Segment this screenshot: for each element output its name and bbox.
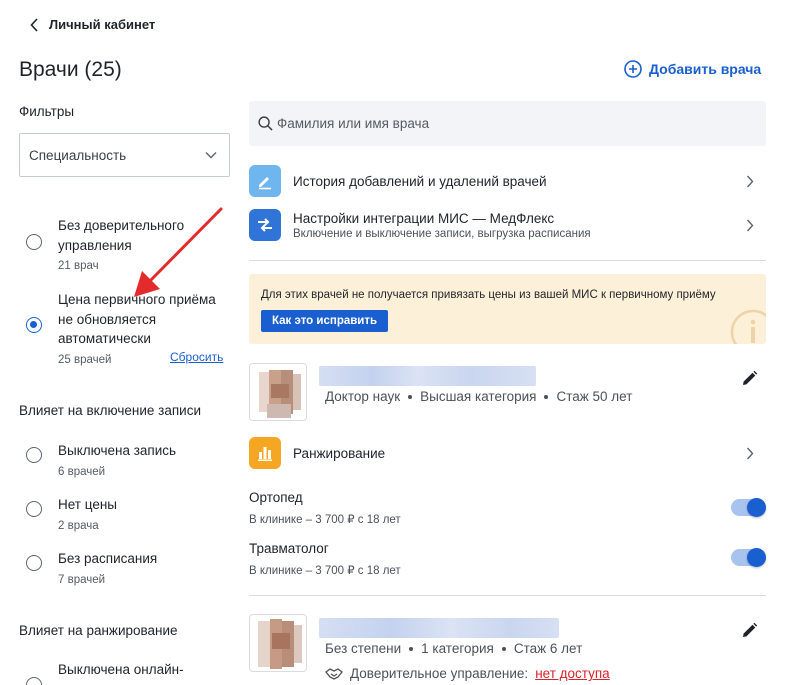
doctor-name[interactable] <box>319 618 559 638</box>
doctor-degree: Без степени <box>325 641 402 656</box>
back-link-label: Личный кабинет <box>49 17 156 32</box>
chevron-right-icon <box>746 447 754 459</box>
reset-link[interactable]: Сбросить <box>170 350 223 364</box>
warning-banner: Для этих врачей не получается привязать … <box>249 274 766 344</box>
edit-pencil-icon[interactable] <box>741 370 758 387</box>
specialty-name: Ортопед <box>249 490 303 505</box>
trust-label: Доверительное управление: <box>350 666 529 681</box>
edit-pencil-icon[interactable] <box>741 622 758 639</box>
separator-dot <box>544 394 549 399</box>
separator-dot <box>501 646 506 651</box>
doctor-meta: Без степени 1 категория Стаж 6 лет <box>325 641 582 656</box>
filters-title: Фильтры <box>19 104 75 119</box>
filter-no-price[interactable]: Нет цены 2 врача <box>26 495 117 532</box>
integration-icon <box>249 209 281 241</box>
specialty-price: В клинике – 3 700 ₽ с 18 лет <box>249 514 401 526</box>
search-box[interactable] <box>249 101 766 146</box>
doctor-experience: Стаж 50 лет <box>556 389 633 404</box>
chevron-left-icon <box>30 17 38 32</box>
specialty-select-value: Специальность <box>29 147 127 163</box>
search-icon <box>258 116 273 131</box>
integration-subtitle: Включение и выключение записи, выгрузка … <box>293 227 591 240</box>
add-doctor-button[interactable]: Добавить врача <box>624 60 761 78</box>
filter-count: 6 врачей <box>58 465 106 478</box>
history-title: История добавлений и удалений врачей <box>293 173 547 189</box>
radio-no-trust[interactable] <box>26 234 42 250</box>
specialty-name: Травматолог <box>249 541 329 556</box>
back-link[interactable]: Личный кабинет <box>30 17 155 32</box>
chevron-down-icon <box>205 152 217 159</box>
filter-count: 7 врачей <box>58 573 106 586</box>
separator-dot <box>408 394 413 399</box>
divider <box>249 595 766 596</box>
filter-label: Без расписания <box>58 551 158 566</box>
integration-settings-link[interactable]: Настройки интеграции МИС — МедФлекс Вклю… <box>249 209 766 241</box>
radio-no-price[interactable] <box>26 501 42 517</box>
warning-text: Для этих врачей не получается привязать … <box>261 289 716 301</box>
chevron-right-icon <box>746 219 754 231</box>
traumatologist-toggle[interactable] <box>731 548 766 567</box>
doctor-photo[interactable] <box>249 614 307 672</box>
filter-count: 2 врача <box>58 519 99 532</box>
divider <box>249 260 766 261</box>
doctor-photo[interactable] <box>249 363 307 421</box>
ranking-link[interactable]: Ранжирование <box>249 437 766 469</box>
section-title-booking: Влияет на включение записи <box>19 403 202 418</box>
doctor-meta: Доктор наук Высшая категория Стаж 50 лет <box>325 389 632 404</box>
specialty-select[interactable]: Специальность <box>19 133 230 177</box>
search-input[interactable] <box>277 116 747 131</box>
doctor-experience: Стаж 6 лет <box>513 641 583 656</box>
page-title: Врачи (25) <box>19 58 122 81</box>
integration-title: Настройки интеграции МИС — МедФлекс <box>293 210 555 226</box>
filter-no-schedule[interactable]: Без расписания 7 врачей <box>26 549 157 586</box>
orthopedist-toggle[interactable] <box>731 498 766 517</box>
filter-online-off[interactable]: Выключена онлайн- <box>26 660 184 685</box>
filter-booking-off[interactable]: Выключена запись 6 врачей <box>26 441 176 478</box>
doctor-category: 1 категория <box>421 641 494 656</box>
radio-price-not-updated[interactable] <box>26 317 42 333</box>
trust-management: Доверительное управление: нет доступа <box>325 666 610 681</box>
filter-label: Выключена онлайн- <box>58 662 184 677</box>
how-to-fix-button[interactable]: Как это исправить <box>261 310 389 332</box>
specialty-price: В клинике – 3 700 ₽ с 18 лет <box>249 565 401 577</box>
handshake-icon <box>325 667 343 680</box>
section-title-ranking: Влияет на ранжирование <box>19 623 178 638</box>
radio-booking-off[interactable] <box>26 447 42 463</box>
filter-label: Выключена запись <box>58 443 177 458</box>
trust-no-access-link[interactable]: нет доступа <box>535 666 610 681</box>
plus-circle-icon <box>624 60 642 78</box>
filter-label: Нет цены <box>58 497 117 512</box>
radio-online-off[interactable] <box>26 677 42 685</box>
doctor-name[interactable] <box>319 366 536 386</box>
separator-dot <box>409 646 414 651</box>
arrow-annotation-icon <box>134 207 223 297</box>
ranking-icon <box>249 437 281 469</box>
history-icon <box>249 165 281 197</box>
doctor-degree: Доктор наук <box>325 389 401 404</box>
ranking-title: Ранжирование <box>293 445 386 461</box>
doctor-category: Высшая категория <box>420 389 537 404</box>
add-doctor-label: Добавить врача <box>649 61 762 77</box>
chevron-right-icon <box>746 175 754 187</box>
info-icon <box>730 309 766 344</box>
history-link[interactable]: История добавлений и удалений врачей <box>249 165 766 197</box>
radio-no-schedule[interactable] <box>26 555 42 571</box>
